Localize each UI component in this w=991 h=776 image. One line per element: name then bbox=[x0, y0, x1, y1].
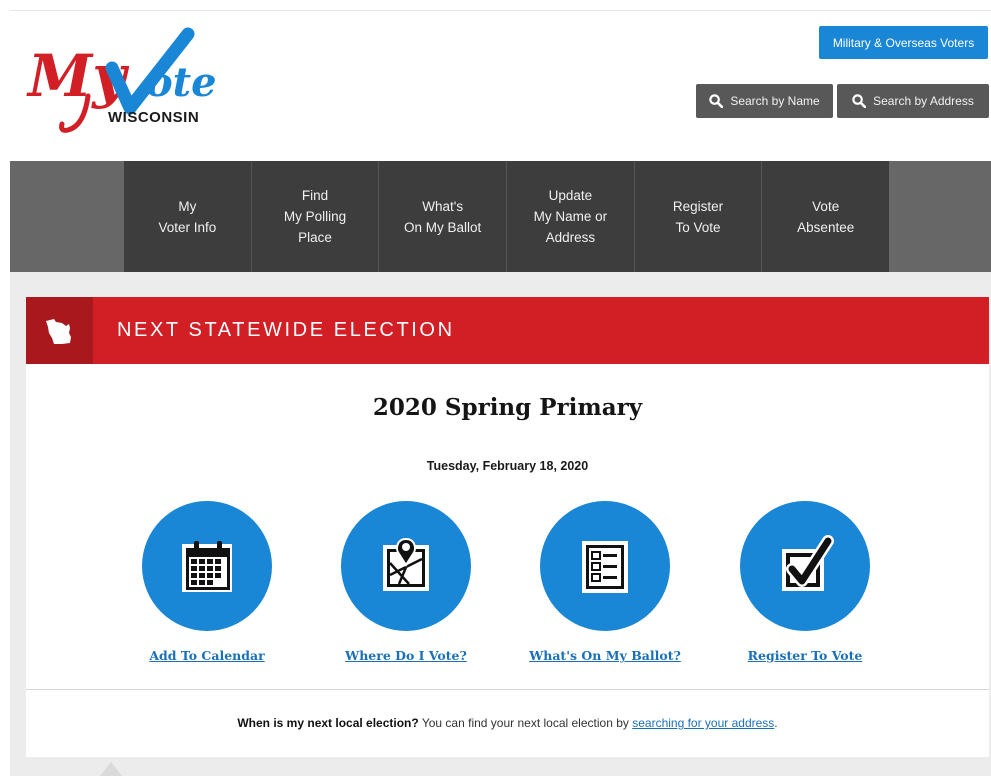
nav-item-update-name-address[interactable]: Update My Name or Address bbox=[507, 161, 635, 272]
ballot-list-icon bbox=[582, 541, 628, 593]
election-name: 2020 Spring Primary bbox=[372, 394, 643, 421]
military-overseas-label: Military & Overseas Voters bbox=[832, 35, 975, 50]
myvote-wisconsin-logo[interactable]: My ote WISCONSIN bbox=[26, 26, 216, 134]
nav-item-register-to-vote[interactable]: Register To Vote bbox=[635, 161, 763, 272]
search-by-address-button[interactable]: Search by Address bbox=[837, 84, 989, 118]
search-icon bbox=[709, 94, 724, 108]
whats-on-my-ballot-circle[interactable] bbox=[540, 501, 670, 631]
banner-badge bbox=[26, 297, 93, 364]
main-nav: My Voter Info Find My Polling Place What… bbox=[124, 161, 889, 272]
top-divider bbox=[10, 10, 991, 11]
election-card: 2020 Spring Primary Tuesday, February 18… bbox=[26, 364, 989, 757]
action-add-to-calendar: Add To Calendar bbox=[117, 501, 297, 663]
add-to-calendar-link[interactable]: Add To Calendar bbox=[149, 648, 264, 663]
nav-item-find-polling-place[interactable]: Find My Polling Place bbox=[252, 161, 380, 272]
banner-title: NEXT STATEWIDE ELECTION bbox=[117, 319, 455, 341]
checkbox-icon bbox=[782, 535, 834, 591]
nav-item-whats-on-my-ballot[interactable]: What's On My Ballot bbox=[379, 161, 508, 272]
card-divider bbox=[26, 689, 989, 690]
nav-item-vote-absentee[interactable]: Vote Absentee bbox=[762, 161, 889, 272]
register-to-vote-link[interactable]: Register To Vote bbox=[748, 648, 863, 663]
search-address-link[interactable]: searching for your address bbox=[632, 716, 774, 730]
action-whats-on-my-ballot: What's On My Ballot? bbox=[515, 501, 695, 663]
local-election-end: . bbox=[774, 716, 778, 730]
where-do-i-vote-circle[interactable] bbox=[341, 501, 471, 631]
where-do-i-vote-link[interactable]: Where Do I Vote? bbox=[345, 648, 467, 663]
statewide-election-banner: NEXT STATEWIDE ELECTION bbox=[26, 297, 989, 364]
whats-on-my-ballot-link[interactable]: What's On My Ballot? bbox=[529, 648, 681, 663]
wisconsin-state-icon bbox=[45, 318, 71, 344]
search-by-name-label: Search by Name bbox=[730, 94, 820, 108]
svg-text:ote: ote bbox=[146, 59, 216, 106]
nav-item-my-voter-info[interactable]: My Voter Info bbox=[124, 161, 252, 272]
action-where-do-i-vote: Where Do I Vote? bbox=[316, 501, 496, 663]
search-by-address-label: Search by Address bbox=[873, 94, 974, 108]
action-register-to-vote: Register To Vote bbox=[715, 501, 895, 663]
next-local-election-line: When is my next local election? You can … bbox=[26, 716, 989, 730]
calendar-icon bbox=[182, 541, 232, 592]
local-election-question: When is my next local election? bbox=[237, 716, 419, 730]
page: My ote WISCONSIN Military & Overseas Vot… bbox=[0, 0, 991, 776]
local-election-text: You can find your next local election by bbox=[418, 716, 633, 730]
search-icon bbox=[852, 94, 867, 108]
logo-text-state: WISCONSIN bbox=[108, 109, 199, 126]
search-by-name-button[interactable]: Search by Name bbox=[696, 84, 833, 118]
scroll-top-marker bbox=[100, 762, 122, 776]
map-pin-icon bbox=[383, 537, 429, 591]
military-overseas-button[interactable]: Military & Overseas Voters bbox=[819, 26, 988, 59]
election-date: Tuesday, February 18, 2020 bbox=[426, 459, 589, 473]
register-to-vote-circle[interactable] bbox=[740, 501, 870, 631]
add-to-calendar-circle[interactable] bbox=[142, 501, 272, 631]
